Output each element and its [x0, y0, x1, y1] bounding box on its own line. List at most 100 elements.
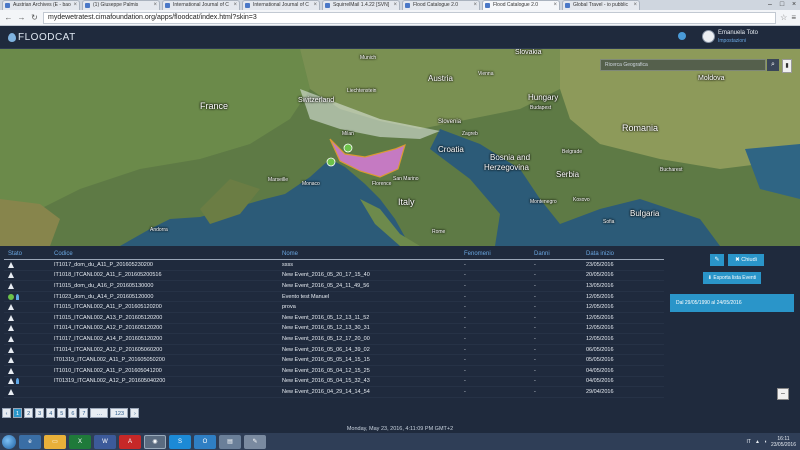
taskbar-explorer-icon[interactable]: ▤ [219, 434, 241, 449]
browser-tab[interactable]: (1) Giuseppe Palmis × [82, 0, 160, 10]
tab-favicon-icon [325, 3, 330, 8]
taskbar-ie-icon[interactable]: e [19, 434, 41, 449]
network-icon[interactable]: ▲ [755, 439, 760, 445]
next-page-button[interactable]: › [130, 408, 140, 418]
col-danni[interactable]: Danni [534, 251, 586, 257]
tab-label: Flood Catalogue 2.0 [413, 2, 459, 8]
table-row[interactable]: IT1015_ITCANL002_A13_P_201605120200 New E… [4, 313, 664, 324]
bookmark-star-icon[interactable]: ☆ [780, 13, 787, 22]
map-view[interactable]: France Switzerland Liechtenstein Austria… [0, 49, 800, 246]
table-row[interactable]: IT1018_ITCANL002_A11_F_201605200516 New E… [4, 271, 664, 282]
taskbar-skype-icon[interactable]: S [169, 434, 191, 449]
location-pin-icon [16, 293, 19, 300]
table-row[interactable]: IT01319_ITCANL002_A12_P_201605040200 New … [4, 377, 664, 388]
browser-tab[interactable]: SquirrelMail 1.4.22 [SVN] × [322, 0, 400, 10]
tab-close-icon[interactable]: × [73, 1, 77, 10]
tab-label: International Journal of C [253, 2, 309, 8]
cell-fenomeni: - [464, 272, 466, 279]
table-row[interactable]: IT1010_ITCANL002_A11_P_201605041200 New E… [4, 366, 664, 377]
page-button[interactable]: 2 [24, 408, 34, 418]
table-row[interactable]: IT01319_ITCANL002_A11_P_201605050200 New … [4, 355, 664, 366]
warning-icon [8, 388, 14, 395]
page-button[interactable]: 4 [46, 408, 56, 418]
close-panel-button[interactable]: ✖ Chiudi [728, 254, 764, 266]
last-page-button[interactable]: 123 [110, 408, 129, 418]
taskbar-clock[interactable]: 16:11 23/05/2016 [771, 436, 796, 448]
zoom-out-button[interactable]: – [777, 388, 789, 400]
page-button[interactable]: 6 [68, 408, 78, 418]
tab-close-icon[interactable]: × [233, 1, 237, 10]
edit-icon[interactable]: ✎ [710, 254, 724, 266]
table-row[interactable]: IT1015_ITCANL002_A11_P_201605120200 prova… [4, 302, 664, 313]
forward-icon[interactable]: → [17, 13, 26, 22]
page-button[interactable]: 1 [13, 408, 23, 418]
avatar[interactable] [702, 30, 715, 43]
page-button[interactable]: 5 [57, 408, 67, 418]
browser-tab[interactable]: Austrian Archives (E - bao × [2, 0, 80, 10]
tab-label: SquirrelMail 1.4.22 [SVN] [333, 2, 390, 8]
url-field[interactable]: mydewetratest.cimafoundation.org/apps/fl… [43, 11, 777, 24]
cell-fenomeni: - [464, 335, 466, 342]
back-icon[interactable]: ← [4, 13, 13, 22]
tab-close-icon[interactable]: × [393, 1, 397, 10]
tab-close-icon[interactable]: × [633, 1, 637, 10]
cell-codice: IT1015_dom_du_A16_P_201605130000 [54, 282, 154, 289]
table-row[interactable]: IT1014_ITCANL002_A12_P_201605060200 New E… [4, 345, 664, 356]
user-settings-link[interactable]: Impostazioni [718, 38, 746, 44]
prev-page-button[interactable]: ‹ [2, 408, 11, 418]
cell-codice: IT1023_dom_du_A14_P_201605120000 [54, 293, 154, 300]
page-button[interactable]: 7 [79, 408, 89, 418]
taskbar-folder-icon[interactable]: ▭ [44, 434, 66, 449]
tab-close-icon[interactable]: × [553, 1, 557, 10]
cell-fenomeni: - [464, 261, 466, 268]
search-icon[interactable]: ⌕ [767, 59, 779, 71]
reload-icon[interactable]: ↻ [30, 13, 39, 22]
tab-close-icon[interactable]: × [473, 1, 477, 10]
date-filter-info[interactable]: Dal 29/05/1990 al 24/05/2016 [670, 294, 794, 312]
col-fenomeni[interactable]: Fenomeni [464, 251, 534, 257]
col-data-inizio[interactable]: Data inizio [586, 251, 664, 257]
taskbar-word-icon[interactable]: W [94, 434, 116, 449]
volume-icon[interactable]: ◖ [764, 439, 767, 445]
table-row[interactable]: IT1015_dom_du_A16_P_201605130000 New Even… [4, 281, 664, 292]
table-row[interactable]: IT1014_ITCANL002_A12_P_201605120200 New E… [4, 324, 664, 335]
browser-tab[interactable]: Flood Catalogue 2.0 × [402, 0, 480, 10]
taskbar-outlook-icon[interactable]: O [194, 434, 216, 449]
close-window-button[interactable]: × [788, 0, 800, 10]
page-ellipsis[interactable]: … [90, 408, 109, 418]
taskbar-chrome-icon[interactable]: ◉ [144, 434, 166, 449]
table-row[interactable]: New Event_2016_04_29_14_14_54 - - 29/04/201… [4, 387, 664, 398]
app-logo[interactable]: FLOODCAT [8, 32, 76, 43]
table-row[interactable]: IT1023_dom_du_A14_P_201605120000 Evento t… [4, 292, 664, 303]
start-button[interactable] [2, 434, 16, 449]
minimize-button[interactable]: – [764, 0, 776, 10]
browser-tab[interactable]: Flood Catalogue 2.0 × [482, 0, 560, 10]
taskbar-excel-icon[interactable]: X [69, 434, 91, 449]
tab-favicon-icon [85, 3, 90, 8]
table-row[interactable]: IT1017_dom_du_A11_P_201605230200 ssss - - 23… [4, 260, 664, 271]
tab-close-icon[interactable]: × [313, 1, 317, 10]
page-button[interactable]: 3 [35, 408, 45, 418]
col-codice[interactable]: Codice [54, 251, 282, 257]
browser-tab[interactable]: International Journal of C × [242, 0, 320, 10]
browser-tab[interactable]: Global Travel - io pubblic × [562, 0, 640, 10]
notification-icon[interactable] [678, 32, 686, 40]
layers-icon[interactable]: ▮ [782, 59, 792, 73]
browser-tab[interactable]: International Journal of C × [162, 0, 240, 10]
map-label-bulgaria: Bulgaria [630, 209, 660, 218]
language-indicator[interactable]: IT [747, 439, 751, 445]
maximize-button[interactable]: □ [776, 0, 788, 10]
browser-menu-icon[interactable]: ≡ [791, 13, 796, 22]
geo-search-input[interactable]: Ricerca Geografica [600, 59, 766, 71]
table-row[interactable]: IT1017_ITCANL002_A14_P_201605120200 New E… [4, 334, 664, 345]
taskbar-pdf-icon[interactable]: A [119, 434, 141, 449]
cell-danni: - [534, 335, 536, 342]
tab-close-icon[interactable]: × [153, 1, 157, 10]
taskbar-paint-icon[interactable]: ✎ [244, 434, 266, 449]
cell-danni: - [534, 367, 536, 374]
col-nome[interactable]: Nome [282, 251, 464, 257]
map-label-milan: Milan [342, 131, 354, 137]
col-stato[interactable]: Stato [4, 251, 54, 257]
cell-codice: IT01319_ITCANL002_A12_P_201605040200 [54, 378, 166, 385]
export-events-button[interactable]: ⬇ Esporta lista Eventi [703, 272, 761, 284]
